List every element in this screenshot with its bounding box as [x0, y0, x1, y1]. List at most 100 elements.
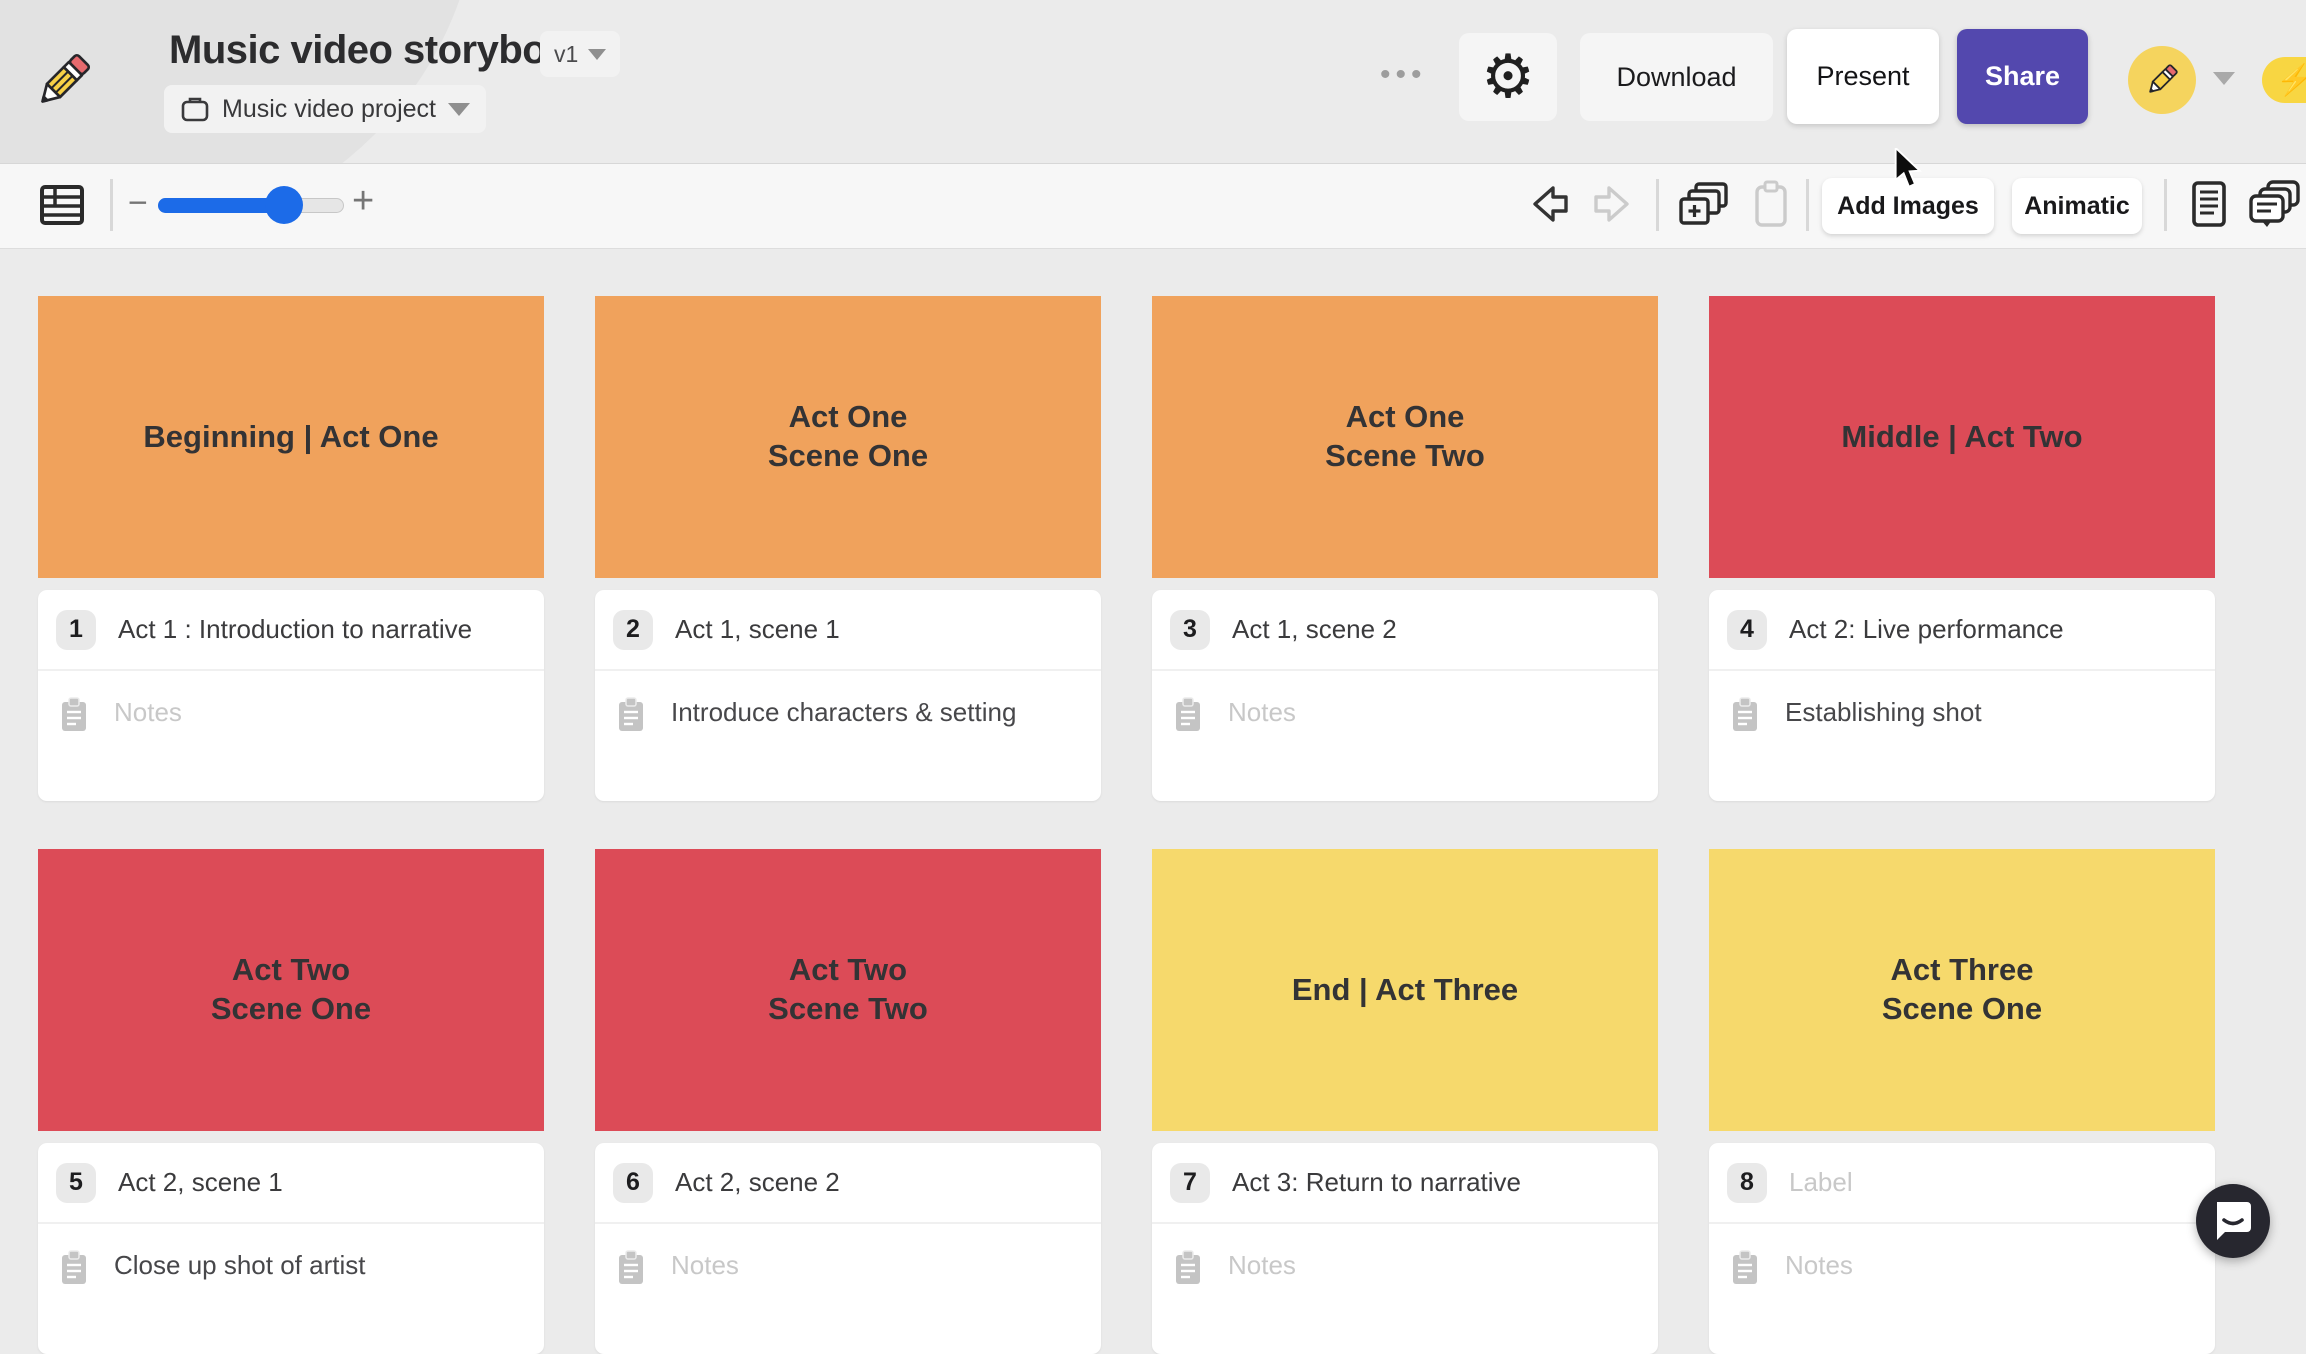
zoom-in-button[interactable]: +: [352, 180, 374, 223]
frame-label-row[interactable]: 5 Act 2, scene 1: [38, 1143, 544, 1222]
toolbar-divider: [1806, 179, 1809, 231]
scene-card: Act One Scene One 2 Act 1, scene 1 Intro…: [595, 296, 1101, 801]
chevron-down-icon: [588, 49, 606, 60]
toolbar-divider: [110, 179, 113, 231]
grid-view-icon[interactable]: [38, 181, 86, 229]
zoom-slider-thumb[interactable]: [265, 186, 303, 224]
scene-title: Middle | Act Two: [1841, 418, 2082, 457]
scene-card: Act Two Scene Two 6 Act 2, scene 2 Notes: [595, 849, 1101, 1354]
scene-color-header[interactable]: Beginning | Act One: [38, 296, 544, 578]
toolbar-divider: [2164, 179, 2167, 231]
scene-card: Beginning | Act One 1 Act 1 : Introducti…: [38, 296, 544, 801]
scene-color-header[interactable]: Act One Scene Two: [1152, 296, 1658, 578]
frame-number-badge: 4: [1727, 610, 1767, 650]
frame-notes-row[interactable]: Notes: [1709, 1222, 2215, 1354]
frame-notes[interactable]: Close up shot of artist: [114, 1250, 365, 1281]
avatar-pencil-icon: [2143, 61, 2181, 99]
frame-label-row[interactable]: 2 Act 1, scene 1: [595, 590, 1101, 669]
frame-label-row[interactable]: 1 Act 1 : Introduction to narrative: [38, 590, 544, 669]
frame-label-row[interactable]: 3 Act 1, scene 2: [1152, 590, 1658, 669]
notes-clipboard-icon: [617, 1250, 645, 1286]
notes-clipboard-icon: [60, 697, 88, 733]
redo-icon[interactable]: [1590, 182, 1636, 226]
frame-number-badge: 5: [56, 1163, 96, 1203]
frame-label[interactable]: Act 1, scene 1: [675, 614, 840, 645]
frame-notes[interactable]: Establishing shot: [1785, 697, 1982, 728]
frames-captions-icon[interactable]: [2246, 178, 2302, 230]
toolbar-divider: [1656, 179, 1659, 231]
shotlist-document-icon[interactable]: [2188, 179, 2230, 229]
frame-label-row[interactable]: 8 Label: [1709, 1143, 2215, 1222]
frame-notes-row[interactable]: Close up shot of artist: [38, 1222, 544, 1354]
scene-card: Act Three Scene One 8 Label Notes: [1709, 849, 2215, 1354]
frame-label[interactable]: Label: [1789, 1167, 1853, 1198]
frame-notes[interactable]: Introduce characters & setting: [671, 697, 1016, 728]
version-dropdown[interactable]: v1: [540, 31, 620, 77]
frame-notes-row[interactable]: Notes: [1152, 1222, 1658, 1354]
present-button[interactable]: Present: [1787, 29, 1939, 124]
settings-button[interactable]: ⚙: [1459, 33, 1557, 121]
scene-card: Middle | Act Two 4 Act 2: Live performan…: [1709, 296, 2215, 801]
frame-notes[interactable]: Notes: [1228, 697, 1296, 728]
scene-card-body: 4 Act 2: Live performance Establishing s…: [1709, 590, 2215, 801]
frame-notes[interactable]: Notes: [1785, 1250, 1853, 1281]
zoom-out-button[interactable]: −: [128, 184, 148, 223]
notes-clipboard-icon: [1174, 697, 1202, 733]
scene-card-body: 1 Act 1 : Introduction to narrative Note…: [38, 590, 544, 801]
undo-icon[interactable]: [1526, 182, 1572, 226]
frame-notes-row[interactable]: Introduce characters & setting: [595, 669, 1101, 801]
frame-label[interactable]: Act 3: Return to narrative: [1232, 1167, 1521, 1198]
scene-title: Act Two Scene Two: [768, 951, 928, 1029]
frame-number-badge: 1: [56, 610, 96, 650]
frame-label[interactable]: Act 2: Live performance: [1789, 614, 2064, 645]
scene-title: Act One Scene Two: [1325, 398, 1485, 476]
download-button[interactable]: Download: [1580, 33, 1773, 121]
gear-icon: ⚙: [1481, 42, 1535, 112]
scene-color-header[interactable]: Act Two Scene Two: [595, 849, 1101, 1131]
chat-launcher-button[interactable]: [2196, 1184, 2270, 1258]
scene-card: Act One Scene Two 3 Act 1, scene 2 Notes: [1152, 296, 1658, 801]
project-dropdown[interactable]: Music video project: [164, 85, 486, 133]
account-chevron-down-icon[interactable]: [2213, 72, 2235, 85]
frame-number-badge: 8: [1727, 1163, 1767, 1203]
frame-notes[interactable]: Notes: [114, 697, 182, 728]
frame-label-row[interactable]: 6 Act 2, scene 2: [595, 1143, 1101, 1222]
frame-label[interactable]: Act 1, scene 2: [1232, 614, 1397, 645]
frame-label[interactable]: Act 2, scene 2: [675, 1167, 840, 1198]
copy-frames-icon[interactable]: [1676, 180, 1730, 230]
frame-label-row[interactable]: 7 Act 3: Return to narrative: [1152, 1143, 1658, 1222]
frame-label[interactable]: Act 1 : Introduction to narrative: [118, 614, 472, 645]
upgrade-bolt-button[interactable]: ⚡: [2262, 57, 2306, 103]
notes-clipboard-icon: [617, 697, 645, 733]
user-avatar[interactable]: [2128, 46, 2196, 114]
scene-card: Act Two Scene One 5 Act 2, scene 1 Close…: [38, 849, 544, 1354]
scene-color-header[interactable]: Middle | Act Two: [1709, 296, 2215, 578]
scene-color-header[interactable]: End | Act Three: [1152, 849, 1658, 1131]
scene-title: Act Two Scene One: [211, 951, 371, 1029]
add-images-button[interactable]: Add Images: [1822, 178, 1994, 234]
scene-card-body: 6 Act 2, scene 2 Notes: [595, 1143, 1101, 1354]
frame-notes-row[interactable]: Notes: [595, 1222, 1101, 1354]
frame-notes[interactable]: Notes: [671, 1250, 739, 1281]
app-logo-pencil-icon[interactable]: [30, 48, 96, 114]
paste-clipboard-icon[interactable]: [1752, 179, 1790, 229]
frame-label[interactable]: Act 2, scene 1: [118, 1167, 283, 1198]
frame-notes-row[interactable]: Establishing shot: [1709, 669, 2215, 801]
scene-card-body: 7 Act 3: Return to narrative Notes: [1152, 1143, 1658, 1354]
frame-label-row[interactable]: 4 Act 2: Live performance: [1709, 590, 2215, 669]
notes-clipboard-icon: [1731, 1250, 1759, 1286]
frame-notes-row[interactable]: Notes: [38, 669, 544, 801]
frame-notes-row[interactable]: Notes: [1152, 669, 1658, 801]
folder-icon: [180, 95, 210, 123]
share-button[interactable]: Share: [1957, 29, 2088, 124]
scene-color-header[interactable]: Act Two Scene One: [38, 849, 544, 1131]
animatic-button[interactable]: Animatic: [2012, 178, 2142, 234]
scene-title: Beginning | Act One: [143, 418, 438, 457]
scene-card-body: 8 Label Notes: [1709, 1143, 2215, 1354]
scene-color-header[interactable]: Act One Scene One: [595, 296, 1101, 578]
frame-number-badge: 3: [1170, 610, 1210, 650]
scene-card: End | Act Three 7 Act 3: Return to narra…: [1152, 849, 1658, 1354]
more-options-button[interactable]: •••: [1380, 58, 1427, 92]
scene-color-header[interactable]: Act Three Scene One: [1709, 849, 2215, 1131]
frame-notes[interactable]: Notes: [1228, 1250, 1296, 1281]
